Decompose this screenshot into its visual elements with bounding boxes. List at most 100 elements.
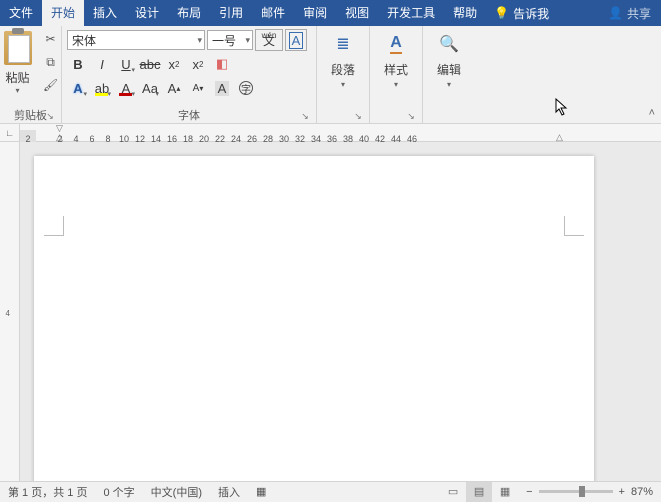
ruler-tick: 18 <box>180 130 196 142</box>
copy-icon: ⧉ <box>46 55 55 70</box>
subscript-button[interactable]: x2 <box>163 53 185 75</box>
status-page[interactable]: 第 1 页，共 1 页 <box>0 484 95 500</box>
ruler-tick: 26 <box>244 130 260 142</box>
view-read-mode[interactable]: ▭ <box>440 482 466 502</box>
ruler-tick: 16 <box>164 130 180 142</box>
zoom-value[interactable]: 87% <box>631 486 653 498</box>
ribbon: 粘贴 ▾ ✂ ⧉ 🖌 剪贴板↘ 宋体 一号 wén文 A B I U▾ a <box>0 26 661 124</box>
document-canvas[interactable] <box>20 142 661 481</box>
share-button[interactable]: 👤 共享 <box>598 5 661 22</box>
eraser-icon: ◧ <box>216 56 228 72</box>
font-name-combo[interactable]: 宋体 <box>67 30 205 50</box>
collapse-ribbon-button[interactable]: ˄ <box>649 107 655 119</box>
zoom-control: − + 87% <box>518 486 661 498</box>
lightbulb-icon: 💡 <box>494 6 509 20</box>
font-launcher[interactable]: ↘ <box>299 110 311 122</box>
text-effects-button[interactable]: A▾ <box>67 77 89 99</box>
status-macro[interactable]: ▦ <box>248 485 274 498</box>
group-styles: A 样式 ▾ ↘ <box>370 26 423 123</box>
italic-button[interactable]: I <box>91 53 113 75</box>
clear-formatting-button[interactable]: ◧ <box>211 53 233 75</box>
tab-design[interactable]: 设计 <box>126 0 168 26</box>
view-print-layout[interactable]: ▤ <box>466 482 492 502</box>
tab-home[interactable]: 开始 <box>42 0 84 26</box>
ruler-tick <box>36 124 52 142</box>
tab-mailings[interactable]: 邮件 <box>252 0 294 26</box>
grow-font-button[interactable]: A▴ <box>163 77 185 99</box>
highlight-button[interactable]: ab▾ <box>91 77 113 99</box>
paste-button[interactable]: 粘贴 ▾ <box>0 29 36 95</box>
find-icon: 🔍 <box>438 33 460 55</box>
tab-help[interactable]: 帮助 <box>444 0 486 26</box>
strikethrough-button[interactable]: abc <box>139 53 161 75</box>
character-shading-button[interactable]: A <box>211 77 233 99</box>
ruler-tick: 22 <box>212 130 228 142</box>
hanging-indent-icon[interactable]: △ <box>56 132 63 142</box>
bold-button[interactable]: B <box>67 53 89 75</box>
ruler-tick: 36 <box>324 130 340 142</box>
group-clipboard: 粘贴 ▾ ✂ ⧉ 🖌 剪贴板↘ <box>0 26 62 123</box>
status-insert-mode[interactable]: 插入 <box>210 484 248 500</box>
underline-button[interactable]: U▾ <box>115 53 137 75</box>
ruler-tick: 38 <box>340 130 356 142</box>
styles-button[interactable]: A 样式 ▾ <box>375 29 417 89</box>
ruler-tick: 12 <box>132 130 148 142</box>
font-name-value: 宋体 <box>72 32 96 49</box>
styles-label: 样式 <box>384 61 408 78</box>
tab-references[interactable]: 引用 <box>210 0 252 26</box>
view-web-layout[interactable]: ▦ <box>492 482 518 502</box>
tell-me[interactable]: 💡 告诉我 <box>486 5 557 22</box>
margin-corner-tr <box>564 216 584 236</box>
format-painter-button[interactable]: 🖌 <box>40 75 62 95</box>
shrink-font-button[interactable]: A▾ <box>187 77 209 99</box>
cut-button[interactable]: ✂ <box>40 29 62 49</box>
brush-icon: 🖌 <box>43 78 58 92</box>
phonetic-guide-button[interactable]: wén文 <box>255 29 283 51</box>
tell-me-label: 告诉我 <box>513 5 549 22</box>
paragraph-button[interactable]: ≣ 段落 ▾ <box>322 29 364 89</box>
tab-developer[interactable]: 开发工具 <box>378 0 444 26</box>
right-indent-icon[interactable]: △ <box>556 132 563 142</box>
editing-button[interactable]: 🔍 编辑 ▾ <box>428 29 470 89</box>
ruler-tick: 30 <box>276 130 292 142</box>
zoom-slider[interactable] <box>539 490 613 493</box>
ruler-tick: 6 <box>84 130 100 142</box>
copy-button[interactable]: ⧉ <box>40 52 62 72</box>
group-font: 宋体 一号 wén文 A B I U▾ abc x2 x2 ◧ A▾ ab▾ A… <box>62 26 317 123</box>
paragraph-launcher[interactable]: ↘ <box>352 110 364 122</box>
tab-review[interactable]: 审阅 <box>294 0 336 26</box>
ruler-tick: 42 <box>372 130 388 142</box>
superscript-button[interactable]: x2 <box>187 53 209 75</box>
paragraph-label: 段落 <box>331 61 355 78</box>
group-editing: 🔍 编辑 ▾ <box>423 26 475 123</box>
styles-launcher[interactable]: ↘ <box>405 110 417 122</box>
tab-layout[interactable]: 布局 <box>168 0 210 26</box>
scissors-icon: ✂ <box>45 32 55 46</box>
ruler-tick: 32 <box>292 130 308 142</box>
tab-file[interactable]: 文件 <box>0 0 42 26</box>
font-color-button[interactable]: A▾ <box>115 77 137 99</box>
paste-label: 粘贴 <box>5 69 29 86</box>
page[interactable] <box>34 156 594 481</box>
ruler-tick: 28 <box>260 130 276 142</box>
status-language[interactable]: 中文(中国) <box>143 484 210 500</box>
horizontal-ruler[interactable]: ∟ ▽ △ △ 22468101214161820222426283032343… <box>0 124 661 142</box>
enclose-characters-button[interactable]: 字 <box>235 77 257 99</box>
ruler-tick: 46 <box>404 130 420 142</box>
status-words[interactable]: 0 个字 <box>95 484 142 500</box>
zoom-out-button[interactable]: − <box>526 486 532 498</box>
vertical-ruler[interactable]: 4224681012 <box>0 142 20 481</box>
paragraph-icon: ≣ <box>332 33 354 55</box>
margin-corner-tl <box>44 216 64 236</box>
clipboard-launcher[interactable]: ↘ <box>44 110 56 122</box>
character-border-button[interactable]: A <box>285 29 307 51</box>
tab-view[interactable]: 视图 <box>336 0 378 26</box>
zoom-in-button[interactable]: + <box>619 486 625 498</box>
tab-selector[interactable]: ∟ <box>0 124 20 142</box>
ruler-tick: 44 <box>388 130 404 142</box>
change-case-button[interactable]: Aa▾ <box>139 77 161 99</box>
group-clipboard-label: 剪贴板 <box>14 107 47 123</box>
status-bar: 第 1 页，共 1 页 0 个字 中文(中国) 插入 ▦ ▭ ▤ ▦ − + 8… <box>0 481 661 501</box>
tab-insert[interactable]: 插入 <box>84 0 126 26</box>
font-size-combo[interactable]: 一号 <box>207 30 253 50</box>
